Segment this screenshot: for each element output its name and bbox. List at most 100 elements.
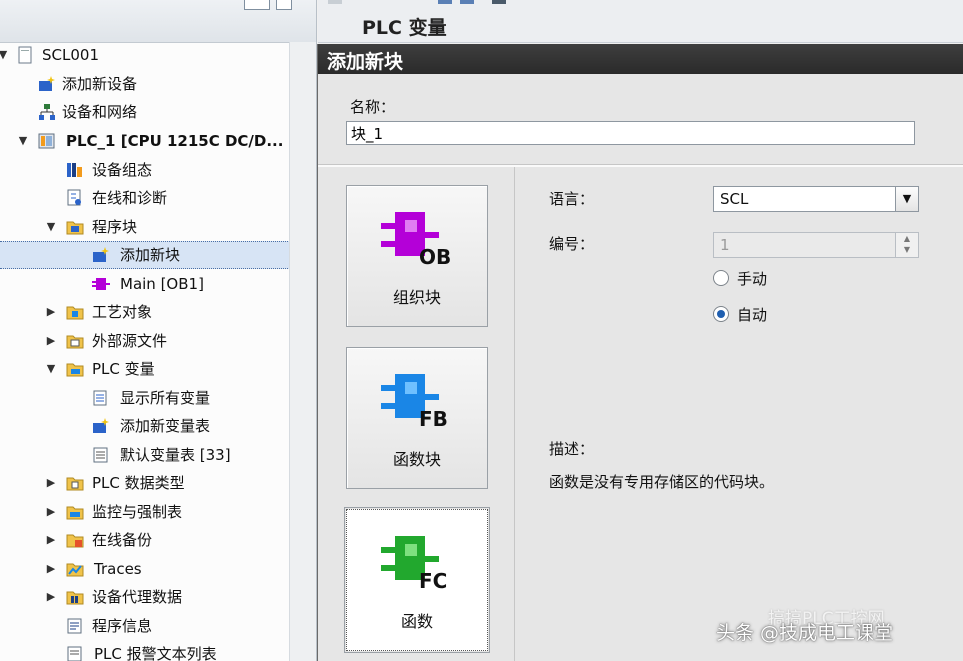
tree-item-label: Traces [94, 560, 142, 578]
add-new-block-dialog: 添加新块 名称： OB 组织块 FB 函数块 [317, 44, 963, 661]
spinner-arrows-icon[interactable]: ▲ ▼ [895, 233, 918, 257]
dialog-titlebar[interactable]: 添加新块 [318, 44, 963, 74]
tree-item-main-ob1[interactable]: Main [OB1] [0, 270, 290, 298]
toolbar-icon[interactable] [492, 0, 506, 4]
toolbar-icon[interactable] [438, 0, 452, 4]
project-tree: ▼ SCL001 添加新设备 设备和网络 ▼ PLC_1 [CPU 1215C … [0, 0, 317, 661]
online-diagnostics-icon [67, 189, 81, 206]
folder-technology-icon [66, 306, 84, 320]
collapse-arrow-icon[interactable]: ▼ [0, 41, 10, 69]
tree-item-add-new-block[interactable]: 添加新块 [0, 241, 314, 269]
collapse-arrow-icon[interactable]: ▼ [16, 127, 30, 155]
tag-table-icon [93, 447, 108, 463]
add-block-icon [93, 247, 109, 262]
tree-item-online-backup[interactable]: ▶ 在线备份 [0, 526, 290, 554]
toolbar-icon[interactable] [460, 0, 474, 4]
toolbar-icon[interactable] [328, 0, 342, 4]
tree-item-program-blocks[interactable]: ▼ 程序块 [0, 213, 290, 241]
tree-item-plc-tags[interactable]: ▼ PLC 变量 [0, 355, 290, 383]
tree-item-online-diagnostics[interactable]: 在线和诊断 [0, 184, 290, 212]
expand-arrow-icon[interactable]: ▶ [44, 583, 58, 611]
program-info-icon [67, 618, 82, 634]
block-properties-panel: 语言： SCL ▼ 编号： 1 ▲ ▼ 手动 自动 描述： 函数是没有专用存储区的… [515, 167, 963, 661]
language-value: SCL [720, 190, 749, 208]
function-button[interactable]: FC 函数 [344, 507, 490, 653]
tree-item-show-all-tags[interactable]: 显示所有变量 [0, 384, 290, 412]
svg-text:FB: FB [419, 407, 448, 428]
folder-traces-icon [66, 563, 84, 577]
show-all-tags-icon [93, 390, 107, 406]
device-config-icon [67, 163, 82, 177]
tree-item-default-tag-table[interactable]: 默认变量表 [33] [0, 441, 290, 469]
organization-block-label: 组织块 [392, 288, 441, 307]
folder-online-backup-icon [66, 534, 84, 548]
add-tag-table-icon [93, 418, 109, 433]
tree-item-project[interactable]: ▼ SCL001 [0, 41, 290, 69]
tree-item-plc[interactable]: ▼ PLC_1 [CPU 1215C DC/D... [0, 127, 290, 155]
language-select[interactable]: SCL ▼ [713, 186, 919, 212]
tree-item-alarm-text-lists[interactable]: PLC 报警文本列表 [0, 640, 290, 661]
tree-item-label: 添加新块 [120, 246, 181, 264]
folder-watch-force-icon [66, 506, 84, 520]
plc-icon [38, 133, 55, 149]
expand-arrow-icon[interactable]: ▶ [44, 555, 58, 583]
tree-item-label: 添加新设备 [62, 75, 138, 93]
project-tree-toolbar [0, 0, 316, 43]
ob-block-icon: OB [381, 212, 451, 266]
number-label: 编号： [549, 235, 595, 253]
collapse-arrow-icon[interactable]: ▼ [44, 213, 58, 241]
tree-item-label: 工艺对象 [92, 303, 153, 321]
tree-item-device-config[interactable]: 设备组态 [0, 156, 290, 184]
dropdown-arrow-icon[interactable]: ▼ [895, 187, 918, 211]
tree-item-label: PLC 变量 [92, 360, 155, 378]
svg-text:OB: OB [419, 245, 451, 266]
block-type-column: OB 组织块 FB 函数块 FC 函数 [318, 167, 515, 661]
svg-text:FC: FC [419, 569, 447, 590]
fc-block-icon: FC [381, 536, 447, 590]
description-label: 描述： [549, 440, 595, 458]
organization-block-button[interactable]: OB 组织块 [346, 185, 488, 327]
tree-item-label: 设备代理数据 [92, 588, 183, 606]
auto-label: 自动 [737, 306, 768, 324]
function-block-label: 函数块 [392, 450, 441, 469]
tree-item-watch-force[interactable]: ▶ 监控与强制表 [0, 498, 290, 526]
block-number-input[interactable]: 1 ▲ ▼ [713, 232, 919, 258]
tree-toolbar-button[interactable] [244, 0, 270, 10]
function-block-button[interactable]: FB 函数块 [346, 347, 488, 489]
tree-item-device-proxy-data[interactable]: ▶ 设备代理数据 [0, 583, 290, 611]
add-device-icon [39, 76, 55, 91]
name-label: 名称： [350, 98, 396, 116]
tree-item-external-source[interactable]: ▶ 外部源文件 [0, 327, 290, 355]
tree-scrollbar[interactable] [289, 42, 316, 661]
manual-radio[interactable] [713, 270, 729, 286]
language-label: 语言： [549, 190, 595, 208]
tree-item-add-tag-table[interactable]: 添加新变量表 [0, 412, 290, 440]
tree-item-add-device[interactable]: 添加新设备 [0, 70, 290, 98]
tree-item-technology-objects[interactable]: ▶ 工艺对象 [0, 298, 290, 326]
dialog-title: 添加新块 [327, 51, 404, 73]
expand-arrow-icon[interactable]: ▶ [44, 526, 58, 554]
fb-block-icon: FB [381, 374, 448, 428]
block-name-input[interactable] [346, 121, 915, 145]
network-icon [39, 104, 55, 120]
folder-plc-tags-icon [66, 363, 84, 377]
folder-data-types-icon [66, 477, 84, 491]
folder-external-source-icon [66, 335, 84, 349]
expand-arrow-icon[interactable]: ▶ [44, 498, 58, 526]
collapse-arrow-icon[interactable]: ▼ [44, 355, 58, 383]
expand-arrow-icon[interactable]: ▶ [44, 469, 58, 497]
tree-item-label: PLC 报警文本列表 [94, 645, 217, 661]
tree-item-label: 程序信息 [92, 617, 153, 635]
ob-block-icon [92, 278, 110, 290]
tree-toolbar-button[interactable] [276, 0, 292, 10]
tree-item-traces[interactable]: ▶ Traces [0, 555, 290, 583]
function-label: 函数 [400, 612, 433, 631]
tree-item-plc-data-types[interactable]: ▶ PLC 数据类型 [0, 469, 290, 497]
editor-header: PLC 变量 [318, 0, 963, 43]
auto-radio[interactable] [713, 306, 729, 322]
expand-arrow-icon[interactable]: ▶ [44, 327, 58, 355]
expand-arrow-icon[interactable]: ▶ [44, 298, 58, 326]
tree-item-label: PLC_1 [CPU 1215C DC/D... [66, 132, 284, 150]
tree-item-devices-networks[interactable]: 设备和网络 [0, 98, 290, 126]
tree-item-program-info[interactable]: 程序信息 [0, 612, 290, 640]
